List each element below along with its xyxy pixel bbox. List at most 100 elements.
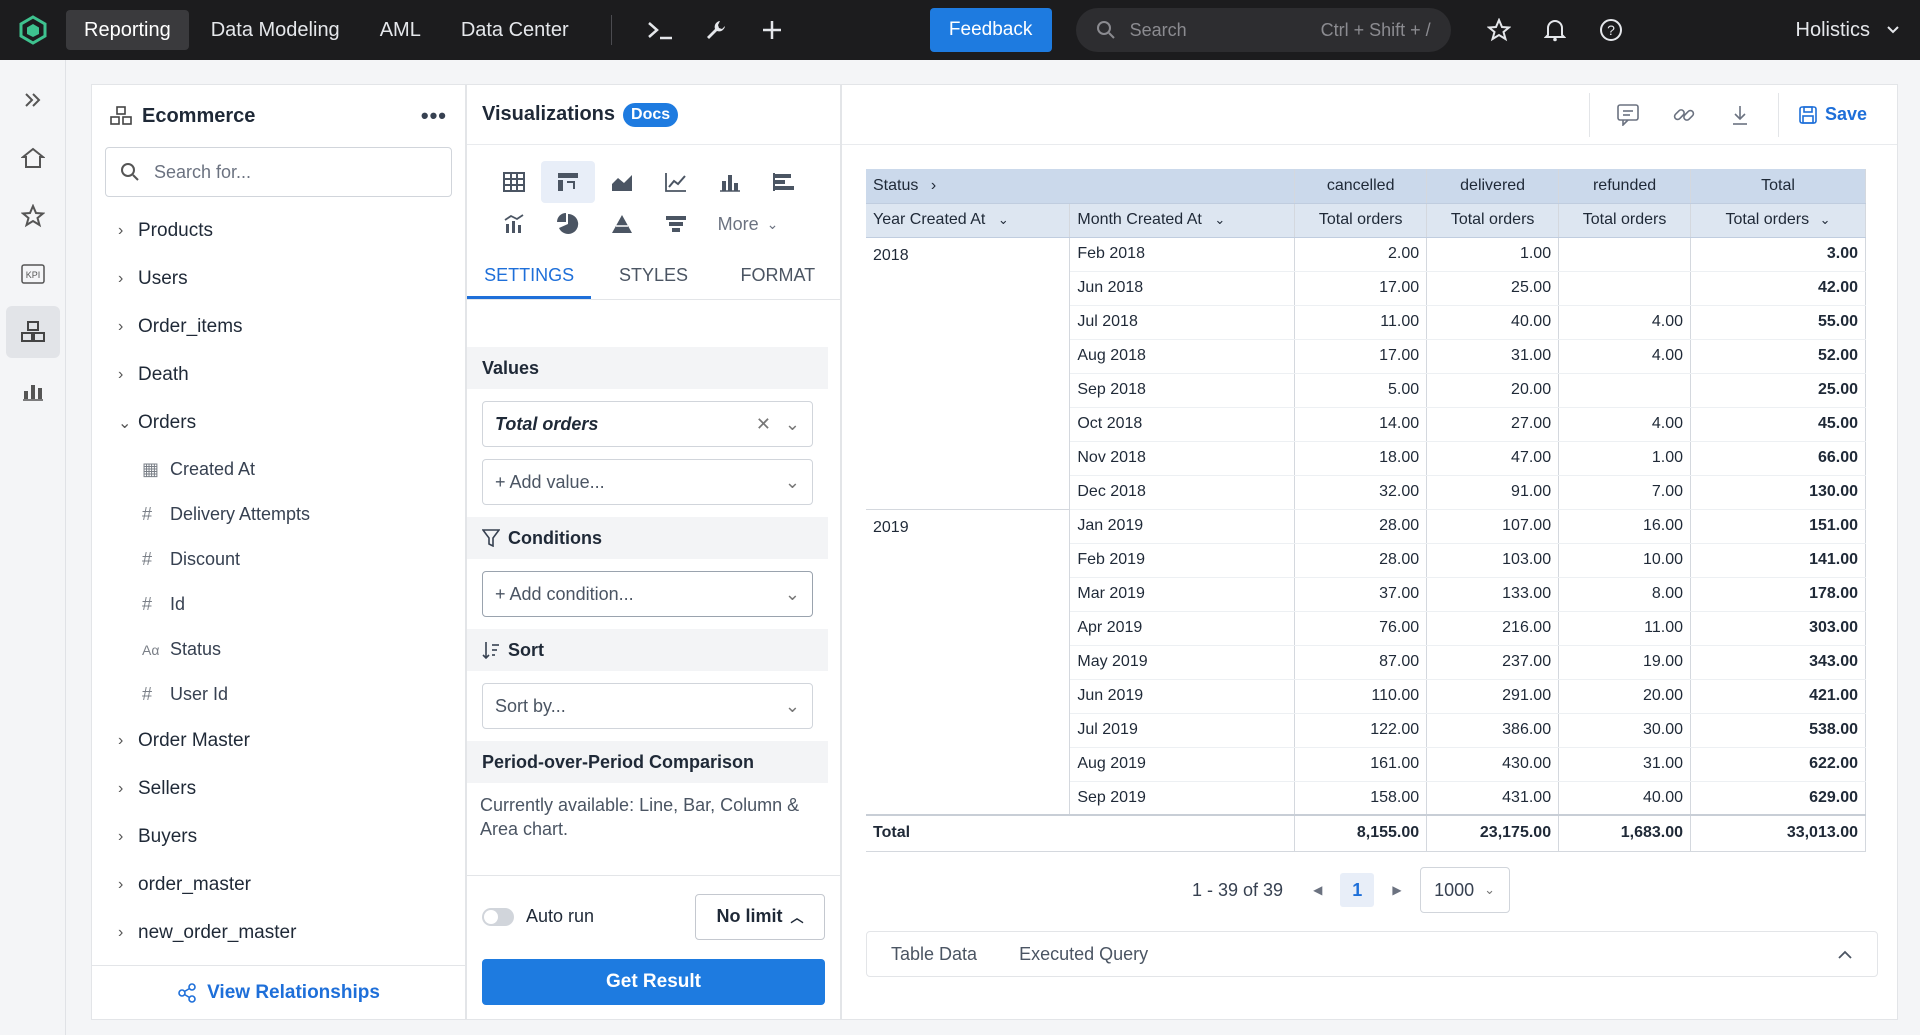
sort-by-select[interactable]: Sort by... ⌄ — [482, 683, 813, 729]
nav-tab-reporting[interactable]: Reporting — [66, 10, 189, 50]
field-item[interactable]: # Discount — [92, 537, 465, 582]
current-page[interactable]: 1 — [1340, 873, 1375, 907]
collapse-icon[interactable] — [1837, 944, 1853, 965]
status-column-header[interactable]: Status › — [866, 169, 1296, 204]
feedback-button[interactable]: Feedback — [929, 8, 1052, 52]
chevron-down-icon[interactable]: ⌄ — [785, 414, 800, 435]
status-refunded-header[interactable]: refunded — [1558, 169, 1692, 204]
global-search[interactable]: Search Ctrl + Shift + / — [1075, 8, 1451, 52]
month-cell: Jul 2018 — [1069, 305, 1296, 340]
dataset-icon[interactable] — [6, 306, 60, 358]
view-relationships-link[interactable]: View Relationships — [92, 965, 465, 1019]
dataset-icon — [110, 106, 132, 125]
model-label: Order Master — [138, 730, 250, 751]
wrench-icon[interactable] — [688, 10, 744, 50]
prev-page-icon[interactable]: ◀ — [1313, 883, 1322, 897]
comment-icon[interactable] — [1600, 93, 1656, 137]
page-size-select[interactable]: 1000 ⌄ — [1419, 867, 1510, 913]
column-chart-icon[interactable] — [703, 161, 757, 203]
nav-tab-data-modeling[interactable]: Data Modeling — [193, 10, 358, 50]
chevron-down-icon: ⌄ — [784, 471, 800, 492]
pivot-table-icon[interactable] — [541, 161, 595, 203]
dataset-header: Ecommerce ••• — [92, 85, 465, 147]
nav-tab-aml[interactable]: AML — [362, 10, 439, 50]
status-cancelled-header[interactable]: cancelled — [1294, 169, 1428, 204]
more-options-icon[interactable]: ••• — [421, 103, 447, 129]
field-item[interactable]: Aα Status — [92, 627, 465, 672]
add-condition-select[interactable]: + Add condition... ⌄ — [482, 571, 813, 617]
value-cell: 4.00 — [1558, 407, 1692, 442]
next-page-icon[interactable]: ▶ — [1392, 883, 1401, 897]
field-item[interactable]: # User Id — [92, 672, 465, 717]
month-cell: Sep 2018 — [1069, 373, 1296, 408]
month-cell: Nov 2018 — [1069, 441, 1296, 476]
model-item[interactable]: › Death — [92, 351, 465, 399]
expand-icon[interactable] — [6, 74, 60, 126]
field-item[interactable]: ▦ Created At — [92, 447, 465, 492]
add-icon[interactable] — [744, 10, 800, 50]
add-value-select[interactable]: + Add value... ⌄ — [482, 459, 813, 505]
home-icon[interactable] — [6, 132, 60, 184]
auto-run-toggle[interactable] — [482, 907, 514, 926]
model-item[interactable]: › Sellers — [92, 765, 465, 813]
chevron-right-icon: › — [118, 270, 124, 287]
status-delivered-header[interactable]: delivered — [1426, 169, 1560, 204]
model-item[interactable]: › Order Master — [92, 717, 465, 765]
org-menu[interactable]: Holistics — [1796, 19, 1900, 42]
field-item[interactable]: # Delivery Attempts — [92, 492, 465, 537]
model-item[interactable]: › order_master — [92, 861, 465, 909]
holistics-logo-icon[interactable] — [0, 0, 66, 60]
get-result-button[interactable]: Get Result — [482, 959, 825, 1005]
star-icon[interactable] — [1471, 10, 1527, 50]
save-button[interactable]: Save — [1799, 104, 1867, 125]
model-item[interactable]: › new_order_master — [92, 909, 465, 957]
sort-label: Sort — [508, 639, 544, 660]
funnel-chart-icon[interactable] — [649, 203, 703, 245]
favorites-icon[interactable] — [6, 190, 60, 242]
year-column-header[interactable]: Year Created At ⌄ — [866, 203, 1071, 238]
result-panel: Save Status › cancelled delivered refund… — [841, 84, 1898, 1020]
pie-chart-icon[interactable] — [541, 203, 595, 245]
pyramid-chart-icon[interactable] — [595, 203, 649, 245]
model-item-open[interactable]: ⌄ Orders — [92, 399, 465, 447]
value-cell: 110.00 — [1294, 679, 1428, 714]
measure-header[interactable]: Total orders — [1558, 203, 1692, 238]
download-icon[interactable] — [1712, 93, 1768, 137]
line-chart-icon[interactable] — [649, 161, 703, 203]
tab-executed-query[interactable]: Executed Query — [1019, 944, 1148, 965]
month-cell: Mar 2019 — [1069, 577, 1296, 612]
model-item[interactable]: › Users — [92, 255, 465, 303]
measure-header[interactable]: Total orders — [1294, 203, 1428, 238]
row-limit-select[interactable]: No limit ︿ — [695, 893, 825, 940]
model-item[interactable]: › Buyers — [92, 813, 465, 861]
combo-chart-icon[interactable] — [487, 203, 541, 245]
docs-badge[interactable]: Docs — [623, 102, 679, 127]
nav-tab-data-center[interactable]: Data Center — [443, 10, 587, 50]
close-icon[interactable]: ✕ — [756, 414, 771, 435]
model-item[interactable]: › Products — [92, 207, 465, 255]
more-viz-dropdown[interactable]: More ⌄ — [703, 203, 793, 245]
bell-icon[interactable] — [1527, 10, 1583, 50]
bar-chart-icon[interactable] — [757, 161, 811, 203]
status-total-header[interactable]: Total — [1690, 169, 1866, 204]
measure-header[interactable]: Total orders ⌄ — [1690, 203, 1866, 238]
tab-styles[interactable]: STYLES — [591, 251, 715, 299]
measure-header[interactable]: Total orders — [1426, 203, 1560, 238]
dashboard-icon[interactable] — [6, 364, 60, 416]
terminal-icon[interactable] — [632, 10, 688, 50]
kpi-icon[interactable]: KPI — [6, 248, 60, 300]
tab-format[interactable]: FORMAT — [716, 251, 840, 299]
viz-tabs: SETTINGS STYLES FORMAT — [467, 251, 840, 300]
field-item[interactable]: # Id — [92, 582, 465, 627]
tab-settings[interactable]: SETTINGS — [467, 251, 592, 299]
link-icon[interactable] — [1656, 93, 1712, 137]
tab-table-data[interactable]: Table Data — [891, 944, 977, 965]
result-toolbar: Save — [842, 85, 1897, 145]
area-chart-icon[interactable] — [595, 161, 649, 203]
help-icon[interactable]: ? — [1583, 10, 1639, 50]
table-chart-icon[interactable] — [487, 161, 541, 203]
month-column-header[interactable]: Month Created At ⌄ — [1069, 203, 1296, 238]
value-field-pill[interactable]: Total orders ✕ ⌄ — [482, 401, 813, 447]
model-item[interactable]: › Order_items — [92, 303, 465, 351]
dataset-search-input[interactable]: Search for... — [105, 147, 452, 197]
